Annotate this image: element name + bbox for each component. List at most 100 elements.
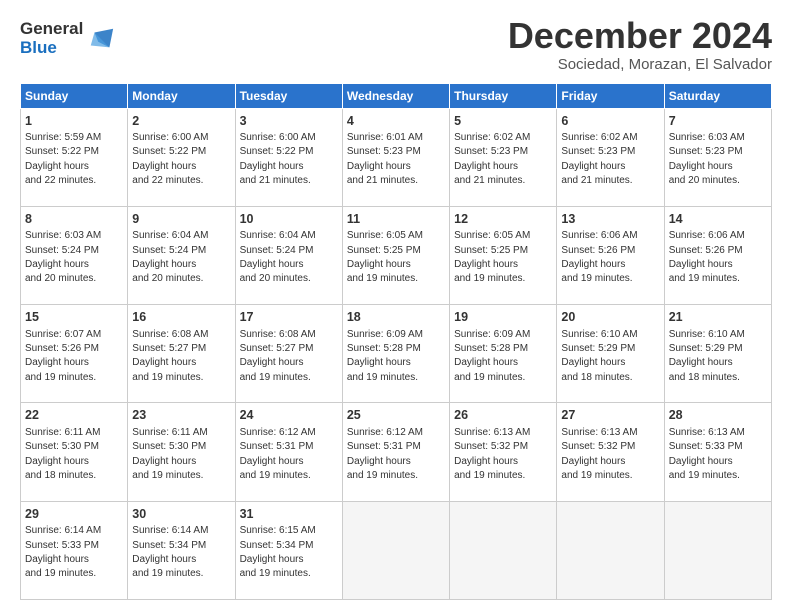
calendar-cell: 11Sunrise: 6:05 AMSunset: 5:25 PMDayligh… [342,206,449,304]
day-info: Sunrise: 6:14 AMSunset: 5:34 PMDaylight … [132,525,208,579]
header-cell-thursday: Thursday [450,83,557,108]
day-info: Sunrise: 6:12 AMSunset: 5:31 PMDaylight … [240,427,316,481]
header-cell-sunday: Sunday [21,83,128,108]
day-info: Sunrise: 6:09 AMSunset: 5:28 PMDaylight … [454,329,530,383]
day-number: 13 [561,211,659,229]
day-info: Sunrise: 6:03 AMSunset: 5:23 PMDaylight … [669,132,745,186]
calendar-header: SundayMondayTuesdayWednesdayThursdayFrid… [21,83,772,108]
calendar-week-2: 8Sunrise: 6:03 AMSunset: 5:24 PMDaylight… [21,206,772,304]
day-info: Sunrise: 6:12 AMSunset: 5:31 PMDaylight … [347,427,423,481]
header-cell-monday: Monday [128,83,235,108]
calendar-cell: 7Sunrise: 6:03 AMSunset: 5:23 PMDaylight… [664,108,771,206]
calendar-cell [557,501,664,599]
calendar-cell: 1Sunrise: 5:59 AMSunset: 5:22 PMDaylight… [21,108,128,206]
header-cell-friday: Friday [557,83,664,108]
calendar-cell: 15Sunrise: 6:07 AMSunset: 5:26 PMDayligh… [21,305,128,403]
calendar-cell: 17Sunrise: 6:08 AMSunset: 5:27 PMDayligh… [235,305,342,403]
calendar-cell [342,501,449,599]
day-info: Sunrise: 6:10 AMSunset: 5:29 PMDaylight … [669,329,745,383]
header: General Blue December 2024 Sociedad, Mor… [20,16,772,73]
calendar-cell: 26 Sunrise: 6:13 AMSunset: 5:32 PMDayligh… [450,403,557,501]
day-info: Sunrise: 6:09 AMSunset: 5:28 PMDaylight … [347,329,423,383]
calendar-cell: 8Sunrise: 6:03 AMSunset: 5:24 PMDaylight… [21,206,128,304]
day-number: 2 [132,113,230,131]
day-number: 17 [240,309,338,327]
calendar-cell: 5Sunrise: 6:02 AMSunset: 5:23 PMDaylight… [450,108,557,206]
day-number: 18 [347,309,445,327]
header-row: SundayMondayTuesdayWednesdayThursdayFrid… [21,83,772,108]
calendar-cell: 21 Sunrise: 6:10 AMSunset: 5:29 PMDayligh… [664,305,771,403]
day-info: Sunrise: 6:04 AMSunset: 5:24 PMDaylight … [132,230,208,284]
calendar-cell: 30Sunrise: 6:14 AMSunset: 5:34 PMDayligh… [128,501,235,599]
day-number: 15 [25,309,123,327]
calendar-cell: 16Sunrise: 6:08 AMSunset: 5:27 PMDayligh… [128,305,235,403]
header-cell-tuesday: Tuesday [235,83,342,108]
day-info: Sunrise: 5:59 AMSunset: 5:22 PMDaylight … [25,132,101,186]
day-number: 27 [561,407,659,425]
calendar-cell [450,501,557,599]
subtitle: Sociedad, Morazan, El Salvador [508,56,772,73]
calendar-cell: 25 Sunrise: 6:12 AMSunset: 5:31 PMDayligh… [342,403,449,501]
calendar-cell [664,501,771,599]
calendar-cell: 12Sunrise: 6:05 AMSunset: 5:25 PMDayligh… [450,206,557,304]
calendar-cell: 18 Sunrise: 6:09 AMSunset: 5:28 PMDayligh… [342,305,449,403]
day-info: Sunrise: 6:10 AMSunset: 5:29 PMDaylight … [561,329,637,383]
calendar-cell: 19 Sunrise: 6:09 AMSunset: 5:28 PMDayligh… [450,305,557,403]
logo: General Blue [20,20,115,57]
calendar-cell: 10Sunrise: 6:04 AMSunset: 5:24 PMDayligh… [235,206,342,304]
day-info: Sunrise: 6:00 AMSunset: 5:22 PMDaylight … [240,132,316,186]
day-number: 7 [669,113,767,131]
calendar-cell: 13Sunrise: 6:06 AMSunset: 5:26 PMDayligh… [557,206,664,304]
calendar-week-3: 15Sunrise: 6:07 AMSunset: 5:26 PMDayligh… [21,305,772,403]
calendar-cell: 6Sunrise: 6:02 AMSunset: 5:23 PMDaylight… [557,108,664,206]
calendar-cell: 20 Sunrise: 6:10 AMSunset: 5:29 PMDayligh… [557,305,664,403]
calendar-cell: 27 Sunrise: 6:13 AMSunset: 5:32 PMDayligh… [557,403,664,501]
calendar-cell: 28Sunrise: 6:13 AMSunset: 5:33 PMDayligh… [664,403,771,501]
day-number: 5 [454,113,552,131]
calendar-cell: 23 Sunrise: 6:11 AMSunset: 5:30 PMDayligh… [128,403,235,501]
day-number: 12 [454,211,552,229]
day-info: Sunrise: 6:00 AMSunset: 5:22 PMDaylight … [132,132,208,186]
day-number: 23 [132,407,230,425]
day-number: 24 [240,407,338,425]
calendar-week-5: 29Sunrise: 6:14 AMSunset: 5:33 PMDayligh… [21,501,772,599]
day-info: Sunrise: 6:11 AMSunset: 5:30 PMDaylight … [25,427,100,481]
day-number: 3 [240,113,338,131]
calendar-cell: 29Sunrise: 6:14 AMSunset: 5:33 PMDayligh… [21,501,128,599]
title-block: December 2024 Sociedad, Morazan, El Salv… [508,16,772,73]
day-info: Sunrise: 6:05 AMSunset: 5:25 PMDaylight … [347,230,423,284]
day-info: Sunrise: 6:13 AMSunset: 5:32 PMDaylight … [561,427,637,481]
day-info: Sunrise: 6:05 AMSunset: 5:25 PMDaylight … [454,230,530,284]
calendar-cell: 14Sunrise: 6:06 AMSunset: 5:26 PMDayligh… [664,206,771,304]
calendar-week-1: 1Sunrise: 5:59 AMSunset: 5:22 PMDaylight… [21,108,772,206]
day-number: 4 [347,113,445,131]
calendar-week-4: 22 Sunrise: 6:11 AMSunset: 5:30 PMDayligh… [21,403,772,501]
day-info: Sunrise: 6:13 AMSunset: 5:32 PMDaylight … [454,427,530,481]
logo-blue: Blue [20,39,83,58]
month-title: December 2024 [508,16,772,56]
day-number: 10 [240,211,338,229]
day-number: 22 [25,407,123,425]
page: General Blue December 2024 Sociedad, Mor… [0,0,792,612]
day-number: 29 [25,506,123,524]
day-info: Sunrise: 6:02 AMSunset: 5:23 PMDaylight … [561,132,637,186]
day-number: 26 [454,407,552,425]
day-info: Sunrise: 6:06 AMSunset: 5:26 PMDaylight … [561,230,637,284]
day-number: 31 [240,506,338,524]
day-number: 14 [669,211,767,229]
calendar-cell: 4Sunrise: 6:01 AMSunset: 5:23 PMDaylight… [342,108,449,206]
day-number: 21 [669,309,767,327]
day-number: 9 [132,211,230,229]
day-number: 30 [132,506,230,524]
day-number: 28 [669,407,767,425]
day-number: 25 [347,407,445,425]
day-number: 19 [454,309,552,327]
day-number: 1 [25,113,123,131]
day-number: 20 [561,309,659,327]
day-info: Sunrise: 6:11 AMSunset: 5:30 PMDaylight … [132,427,207,481]
day-info: Sunrise: 6:06 AMSunset: 5:26 PMDaylight … [669,230,745,284]
day-number: 11 [347,211,445,229]
logo-general: General [20,20,83,39]
calendar-cell: 2Sunrise: 6:00 AMSunset: 5:22 PMDaylight… [128,108,235,206]
header-cell-wednesday: Wednesday [342,83,449,108]
